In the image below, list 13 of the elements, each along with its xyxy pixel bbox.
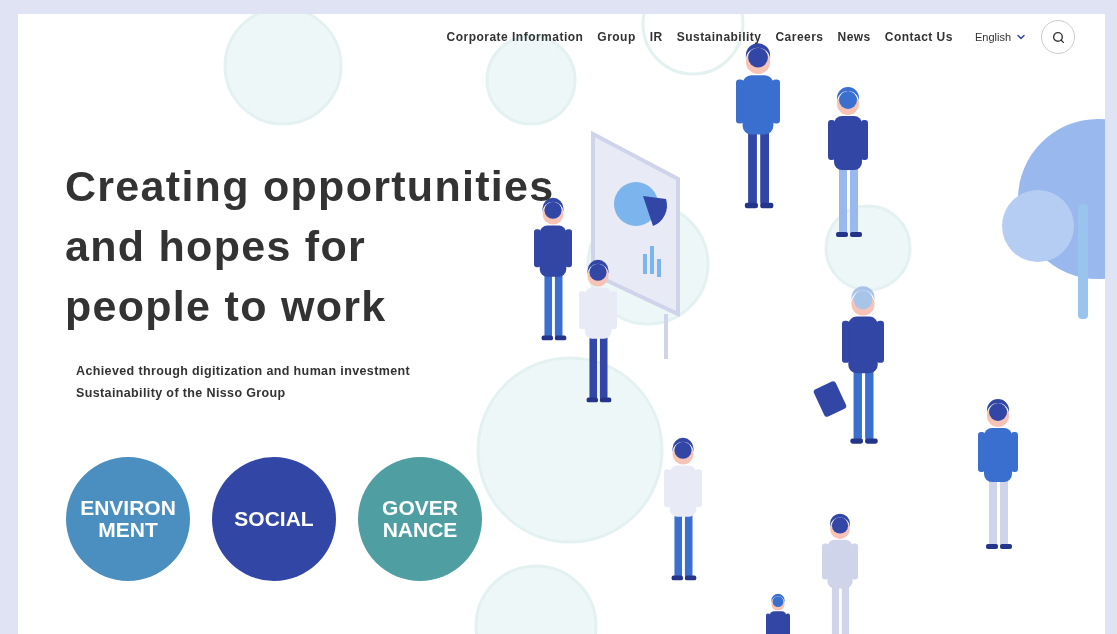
hero-subtitle: Achieved through digitization and human investment: [76, 363, 412, 380]
pillar-circle-link[interactable]: ENVIRON MENT: [66, 456, 190, 581]
nav-link[interactable]: Group: [597, 28, 636, 46]
nav-link[interactable]: Careers: [775, 28, 824, 46]
nav-link[interactable]: Contact Us: [884, 28, 953, 46]
hero-heading: Creating opportunities and hopes for people to work: [65, 161, 556, 332]
nav-link[interactable]: News: [837, 28, 871, 46]
nav-link[interactable]: Corporate Information: [446, 28, 584, 46]
pillar-circle-link[interactable]: SOCIAL: [212, 456, 336, 581]
language-selector[interactable]: English: [974, 28, 1027, 46]
hero-subtitle: Sustainability of the Nisso Group: [76, 384, 287, 402]
nav-link[interactable]: Sustainability: [676, 28, 762, 46]
nav-link[interactable]: IR: [649, 28, 663, 46]
